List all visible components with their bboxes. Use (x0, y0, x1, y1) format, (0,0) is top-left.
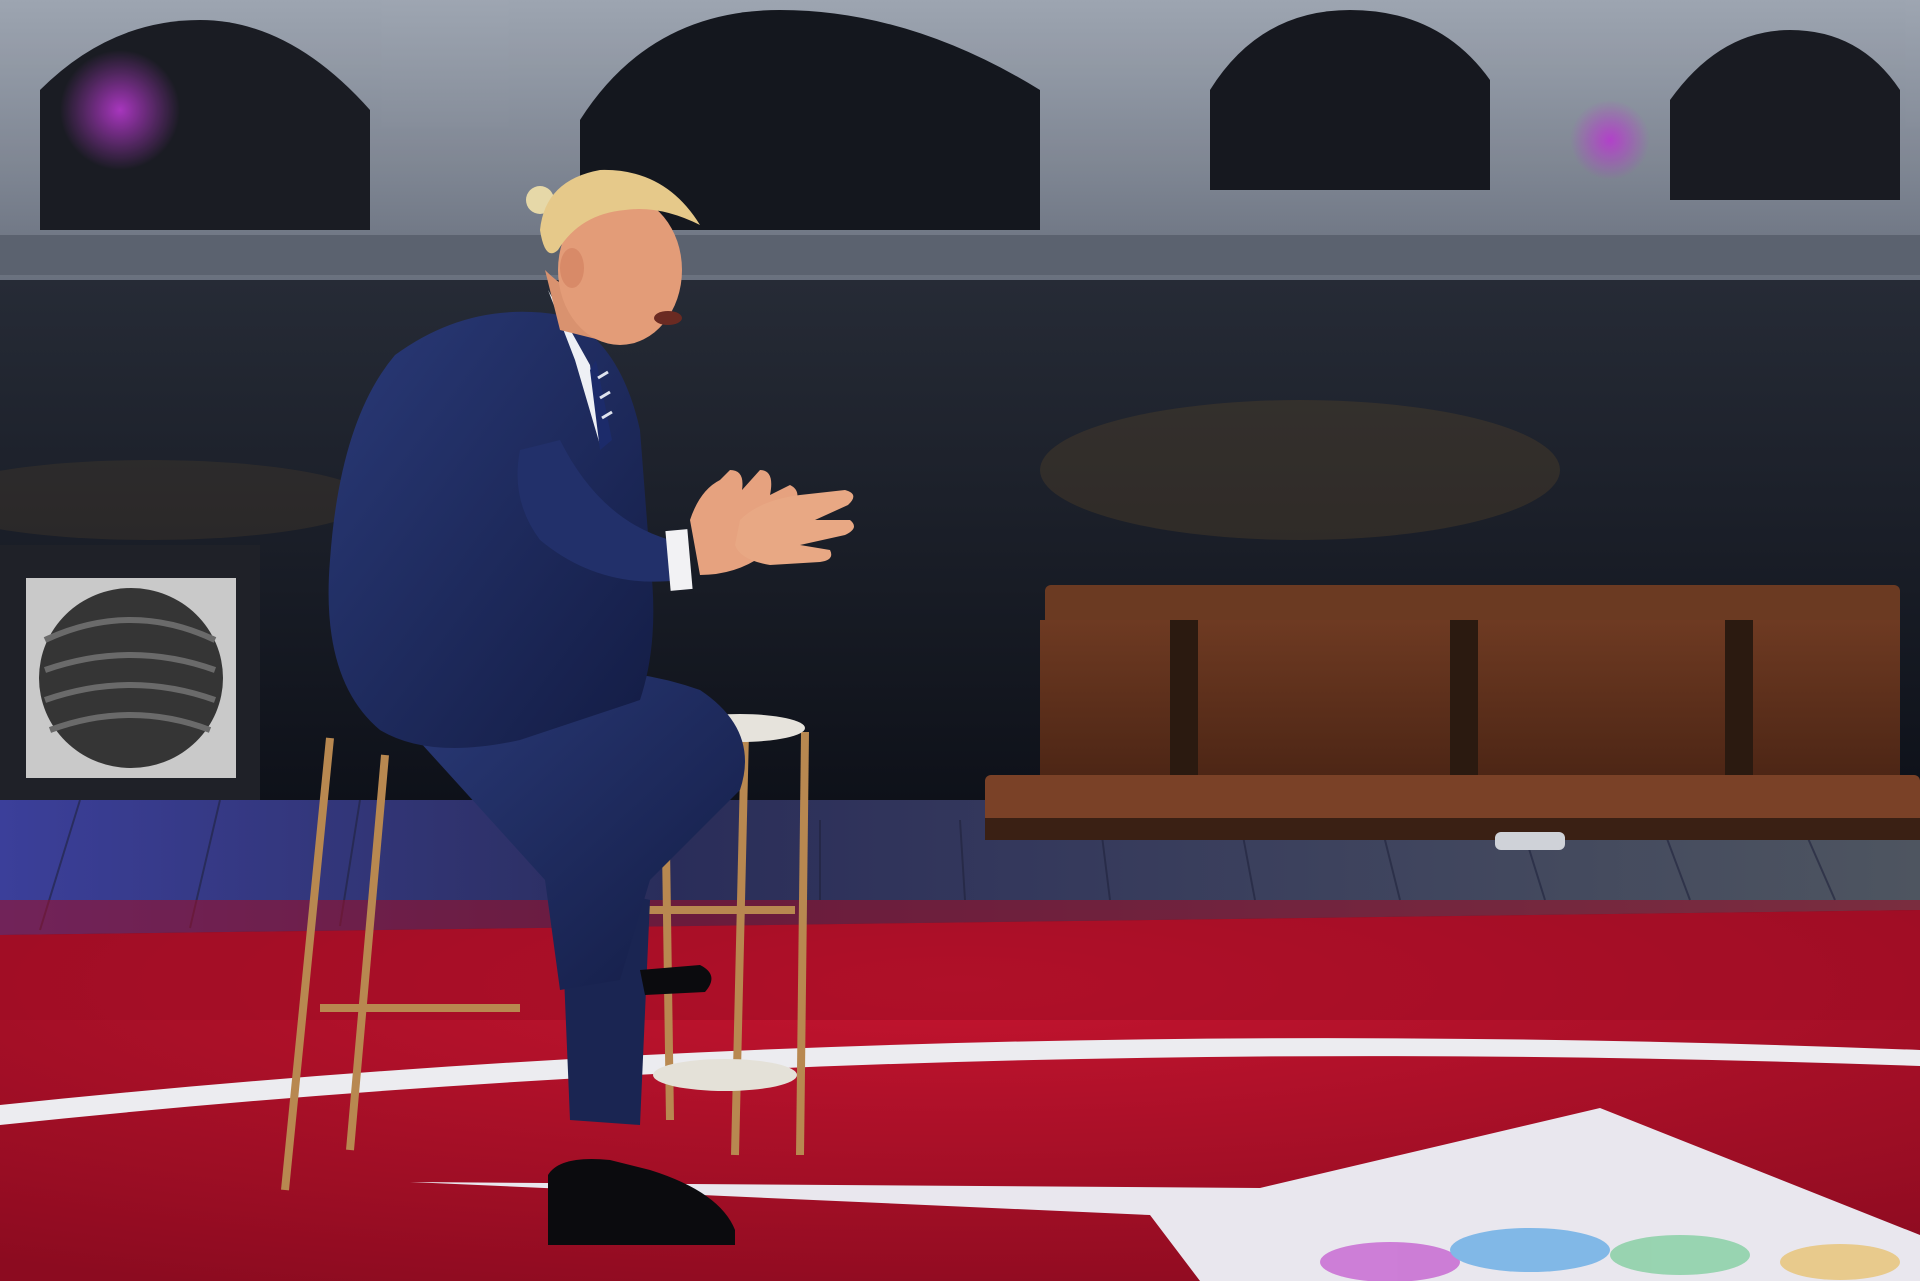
wooden-bench (985, 585, 1920, 850)
artwork-panel (0, 545, 260, 800)
photo-scene (0, 0, 1920, 1281)
bridge (0, 0, 1920, 290)
photo-illustration (0, 0, 1920, 1281)
